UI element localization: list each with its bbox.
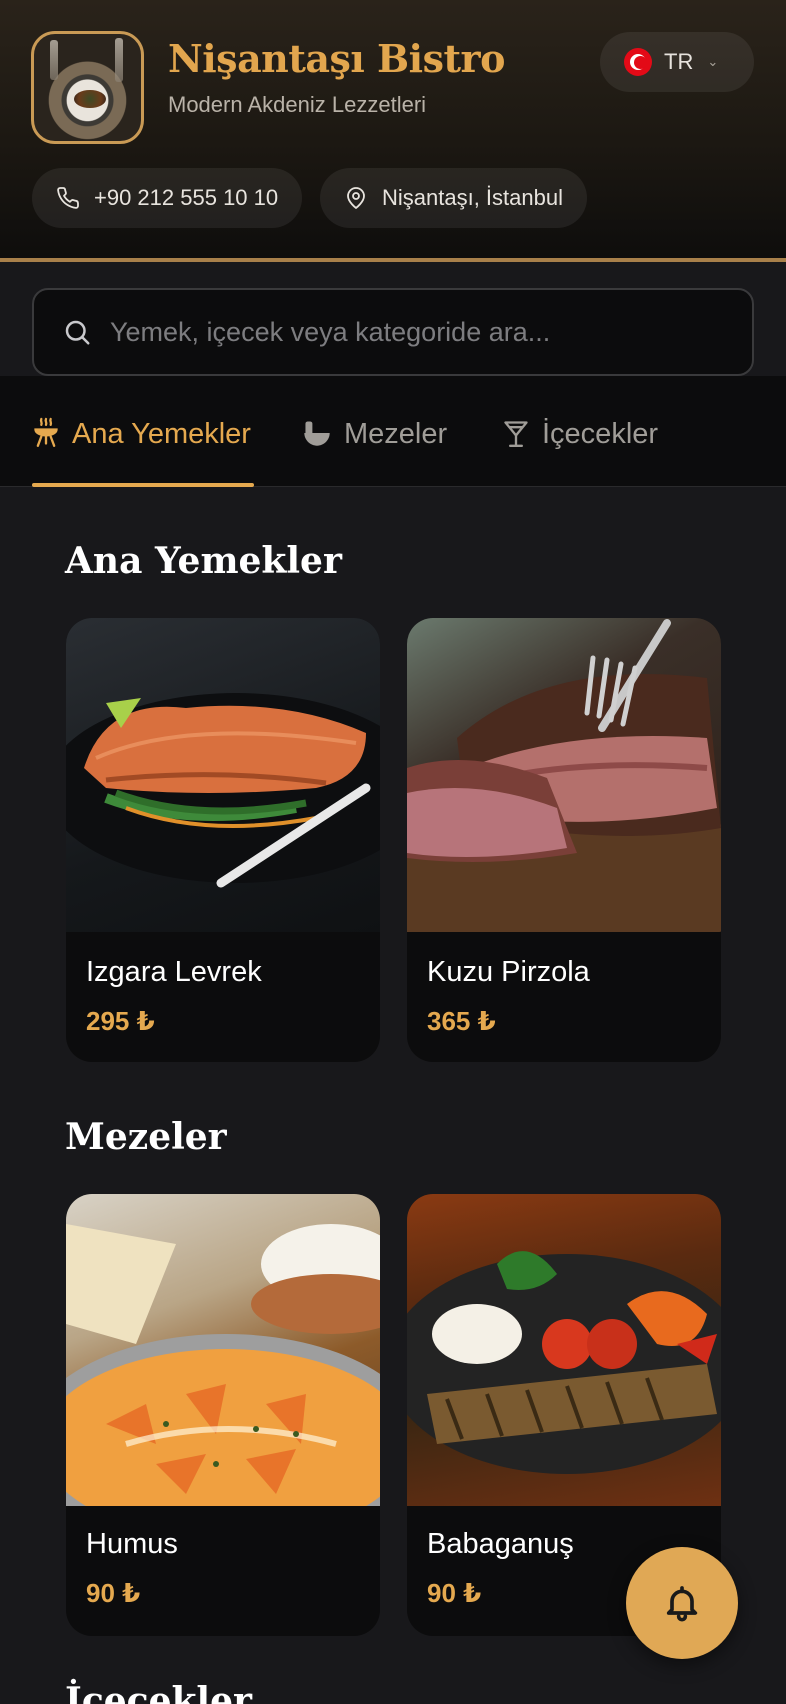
tab-label: İçecekler [542, 418, 659, 450]
restaurant-tagline: Modern Akdeniz Lezzetleri [168, 92, 427, 117]
tab-icecekler[interactable]: İçecekler [502, 416, 672, 487]
dish-name: Kuzu Pirzola [427, 956, 590, 988]
section-title: Mezeler [65, 1116, 227, 1158]
restaurant-logo [31, 31, 144, 144]
dish-image [66, 1194, 380, 1506]
menu-item-card[interactable]: Kuzu Pirzola 365 ₺ [407, 618, 721, 1062]
dish-price: 90 ₺ [427, 1578, 482, 1608]
restaurant-header: Nişantaşı Bistro Modern Akdeniz Lezzetle… [0, 0, 786, 262]
turkey-flag-icon [624, 48, 652, 76]
dish-name: Humus [86, 1528, 178, 1560]
dish-price: 365 ₺ [427, 1006, 496, 1036]
tab-ana-yemekler[interactable]: Ana Yemekler [32, 416, 254, 487]
dish-name: Izgara Levrek [86, 956, 262, 988]
mortar-icon [304, 421, 330, 446]
dish-image [407, 1194, 721, 1506]
dish-price: 295 ₺ [86, 1006, 155, 1036]
search-bar [32, 288, 754, 376]
call-waiter-button[interactable] [626, 1547, 738, 1659]
phone-button[interactable]: +90 212 555 10 10 [32, 168, 303, 228]
search-input[interactable] [110, 316, 710, 348]
restaurant-name: Nişantaşı Bistro [168, 36, 505, 81]
tab-mezeler[interactable]: Mezeler [302, 416, 452, 487]
search-icon [65, 320, 90, 345]
tab-label: Ana Yemekler [72, 418, 251, 450]
phone-icon [57, 187, 79, 209]
dish-name: Babaganuş [427, 1528, 574, 1560]
dish-image [66, 618, 380, 932]
location-text: Nişantaşı, İstanbul [382, 185, 563, 210]
tab-label: Mezeler [344, 418, 448, 450]
menu-item-card[interactable]: Izgara Levrek 295 ₺ [66, 618, 380, 1062]
cocktail-icon [504, 421, 528, 448]
language-selector[interactable]: TR ⌄ [600, 32, 754, 92]
map-pin-icon [347, 187, 365, 209]
section-title: İçecekler [65, 1680, 252, 1704]
category-tabs: Ana Yemekler Mezeler İçecekler [0, 376, 786, 487]
dish-price: 90 ₺ [86, 1578, 141, 1608]
location-button[interactable]: Nişantaşı, İstanbul [320, 168, 587, 228]
bell-icon [666, 1586, 698, 1622]
grill-icon [34, 417, 58, 448]
language-code: TR [664, 49, 694, 74]
dish-image [407, 618, 721, 932]
section-title: Ana Yemekler [65, 540, 342, 582]
phone-number: +90 212 555 10 10 [94, 185, 279, 210]
chevron-down-icon: ⌄ [707, 54, 719, 69]
menu-item-card[interactable]: Humus 90 ₺ [66, 1194, 380, 1636]
